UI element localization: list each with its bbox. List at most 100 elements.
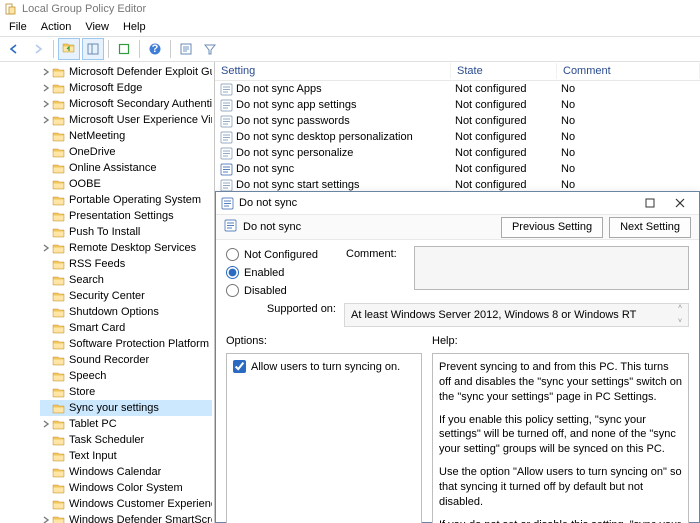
dialog-icon xyxy=(220,196,234,210)
setting-state: Not configured xyxy=(455,131,561,143)
expand-toggle-icon[interactable] xyxy=(40,81,51,95)
help-button[interactable]: ? xyxy=(144,38,166,60)
menu-view[interactable]: View xyxy=(78,19,116,35)
folder-icon xyxy=(52,289,66,303)
tree-item[interactable]: Windows Defender SmartScreen xyxy=(40,512,212,523)
tree-item[interactable]: Speech xyxy=(40,368,212,384)
folder-icon xyxy=(52,209,66,223)
expand-toggle-icon[interactable] xyxy=(40,65,51,79)
radio-not-configured[interactable]: Not Configured xyxy=(226,248,336,261)
expand-toggle-icon[interactable] xyxy=(40,513,51,523)
tree-item[interactable]: Sound Recorder xyxy=(40,352,212,368)
expand-toggle-icon[interactable] xyxy=(40,97,51,111)
tree-item[interactable]: Remote Desktop Services xyxy=(40,240,212,256)
refresh-button[interactable] xyxy=(113,38,135,60)
tree-item-label: OneDrive xyxy=(69,146,115,158)
tree-item[interactable]: Tablet PC xyxy=(40,416,212,432)
tree-item-label: NetMeeting xyxy=(69,130,125,142)
col-comment[interactable]: Comment xyxy=(557,63,700,79)
col-state[interactable]: State xyxy=(451,63,557,79)
setting-state: Not configured xyxy=(455,163,561,175)
previous-setting-button[interactable]: Previous Setting xyxy=(501,217,603,238)
tree-item[interactable]: OneDrive xyxy=(40,144,212,160)
col-setting[interactable]: Setting xyxy=(215,63,451,79)
dialog-titlebar: Do not sync xyxy=(216,192,699,214)
options-pane: Allow users to turn syncing on. xyxy=(226,353,422,523)
tree-item[interactable]: RSS Feeds xyxy=(40,256,212,272)
expand-placeholder xyxy=(40,433,51,447)
back-button[interactable] xyxy=(3,38,25,60)
setting-state: Not configured xyxy=(455,99,561,111)
tree-item[interactable]: Security Center xyxy=(40,288,212,304)
dialog-toolbar: Do not sync Previous Setting Next Settin… xyxy=(216,214,699,240)
filter-button[interactable] xyxy=(199,38,221,60)
setting-comment: No xyxy=(561,83,700,95)
tree-item[interactable]: Smart Card xyxy=(40,320,212,336)
tree-item[interactable]: Push To Install xyxy=(40,224,212,240)
tree-item[interactable]: Microsoft User Experience Virtualizatior xyxy=(40,112,212,128)
nav-tree[interactable]: Microsoft Defender Exploit GuardMicrosof… xyxy=(0,62,215,523)
dialog-close-button[interactable] xyxy=(665,193,695,213)
setting-row[interactable]: Do not sync AppsNot configuredNo xyxy=(215,81,700,97)
expand-toggle-icon[interactable] xyxy=(40,417,51,431)
setting-row[interactable]: Do not sync personalizeNot configuredNo xyxy=(215,145,700,161)
expand-toggle-icon[interactable] xyxy=(40,113,51,127)
tree-item[interactable]: NetMeeting xyxy=(40,128,212,144)
tree-item[interactable]: Microsoft Secondary Authentication Fa xyxy=(40,96,212,112)
tree-item[interactable]: Text Input xyxy=(40,448,212,464)
forward-button[interactable] xyxy=(27,38,49,60)
folder-icon xyxy=(52,161,66,175)
tree-item[interactable]: Store xyxy=(40,384,212,400)
radio-enabled[interactable]: Enabled xyxy=(226,266,336,279)
folder-icon xyxy=(52,225,66,239)
expand-placeholder xyxy=(40,449,51,463)
toolbar-separator xyxy=(139,40,140,58)
expand-placeholder xyxy=(40,465,51,479)
tree-item[interactable]: Software Protection Platform xyxy=(40,336,212,352)
tree-item[interactable]: Sync your settings xyxy=(40,400,212,416)
comment-field[interactable] xyxy=(414,246,689,290)
filter-options-button[interactable] xyxy=(175,38,197,60)
setting-row[interactable]: Do not sync app settingsNot configuredNo xyxy=(215,97,700,113)
tree-item[interactable]: Microsoft Defender Exploit Guard xyxy=(40,64,212,80)
tree-item-label: Search xyxy=(69,274,104,286)
tree-item[interactable]: Windows Customer Experience Improv xyxy=(40,496,212,512)
dialog-maximize-button[interactable] xyxy=(635,193,665,213)
allow-syncing-checkbox[interactable]: Allow users to turn syncing on. xyxy=(233,360,415,373)
tree-item[interactable]: Online Assistance xyxy=(40,160,212,176)
setting-row[interactable]: Do not syncNot configuredNo xyxy=(215,161,700,177)
setting-name: Do not sync Apps xyxy=(236,83,455,95)
menu-file[interactable]: File xyxy=(2,19,34,35)
show-hide-tree-button[interactable] xyxy=(82,38,104,60)
setting-icon xyxy=(219,114,233,128)
setting-state: Not configured xyxy=(455,147,561,159)
folder-icon xyxy=(52,321,66,335)
tree-item[interactable]: Presentation Settings xyxy=(40,208,212,224)
tree-item-label: Microsoft User Experience Virtualizatior xyxy=(69,114,212,126)
setting-row[interactable]: Do not sync desktop personalizationNot c… xyxy=(215,129,700,145)
tree-item[interactable]: Portable Operating System xyxy=(40,192,212,208)
expand-placeholder xyxy=(40,177,51,191)
expand-placeholder xyxy=(40,161,51,175)
toolbar-separator xyxy=(108,40,109,58)
setting-name: Do not sync start settings xyxy=(236,179,455,191)
tree-item[interactable]: OOBE xyxy=(40,176,212,192)
tree-item[interactable]: Microsoft Edge xyxy=(40,80,212,96)
up-level-button[interactable] xyxy=(58,38,80,60)
tree-item-label: OOBE xyxy=(69,178,101,190)
dialog-icon xyxy=(224,219,237,235)
expand-toggle-icon[interactable] xyxy=(40,241,51,255)
menu-action[interactable]: Action xyxy=(34,19,79,35)
tree-item[interactable]: Windows Color System xyxy=(40,480,212,496)
menu-help[interactable]: Help xyxy=(116,19,153,35)
tree-item[interactable]: Task Scheduler xyxy=(40,432,212,448)
menu-bar: File Action View Help xyxy=(0,18,700,36)
tree-item[interactable]: Windows Calendar xyxy=(40,464,212,480)
setting-row[interactable]: Do not sync passwordsNot configuredNo xyxy=(215,113,700,129)
expand-placeholder xyxy=(40,193,51,207)
toolbar: ? xyxy=(0,36,700,62)
tree-item[interactable]: Shutdown Options xyxy=(40,304,212,320)
tree-item[interactable]: Search xyxy=(40,272,212,288)
radio-disabled[interactable]: Disabled xyxy=(226,284,336,297)
next-setting-button[interactable]: Next Setting xyxy=(609,217,691,238)
